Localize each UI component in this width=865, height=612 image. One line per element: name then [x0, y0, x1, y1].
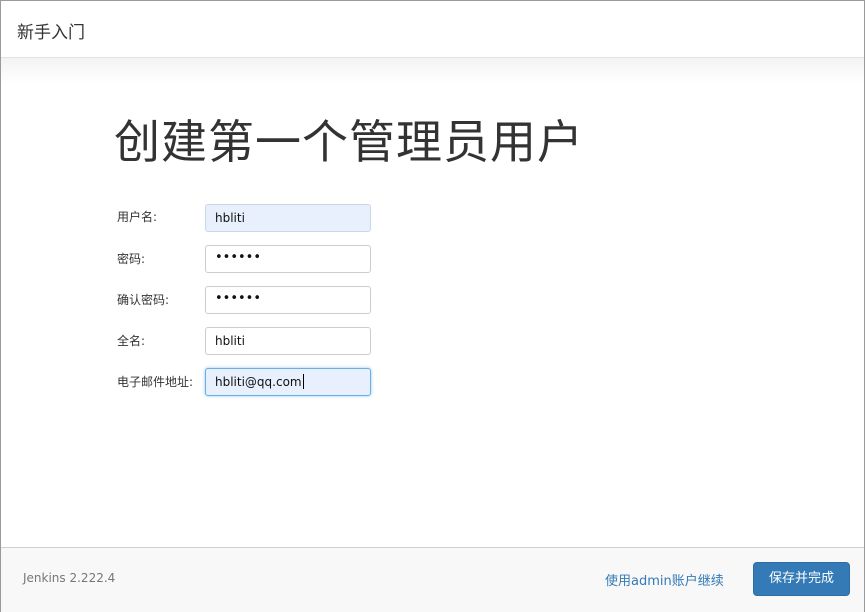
setup-wizard-dialog: 新手入门 创建第一个管理员用户 用户名: hbliti 密码: •••••• 确… [0, 0, 865, 612]
password-input[interactable]: •••••• [205, 245, 371, 273]
save-and-finish-button[interactable]: 保存并完成 [753, 562, 850, 596]
jenkins-version: Jenkins 2.222.4 [23, 571, 116, 585]
email-input[interactable]: hbliti@qq.com [205, 368, 371, 396]
dialog-title: 新手入门 [17, 23, 85, 43]
email-label: 电子邮件地址: [117, 375, 194, 389]
username-label: 用户名: [117, 210, 158, 224]
continue-as-admin-link[interactable]: 使用admin账户继续 [605, 570, 724, 589]
username-input[interactable]: hbliti [205, 204, 371, 232]
email-input-value: hbliti@qq.com [215, 375, 302, 389]
text-caret [302, 374, 304, 389]
fullname-label: 全名: [117, 334, 146, 348]
password-label: 密码: [117, 252, 146, 266]
dialog-header: 新手入门 [1, 1, 864, 58]
page-title: 创建第一个管理员用户 [114, 115, 584, 169]
fullname-input[interactable]: hbliti [205, 327, 371, 355]
confirm-password-input[interactable]: •••••• [205, 286, 371, 314]
dialog-body: 创建第一个管理员用户 用户名: hbliti 密码: •••••• 确认密码: … [1, 58, 864, 547]
dialog-footer: Jenkins 2.222.4 使用admin账户继续 保存并完成 [1, 547, 864, 612]
confirm-password-label: 确认密码: [117, 293, 170, 307]
